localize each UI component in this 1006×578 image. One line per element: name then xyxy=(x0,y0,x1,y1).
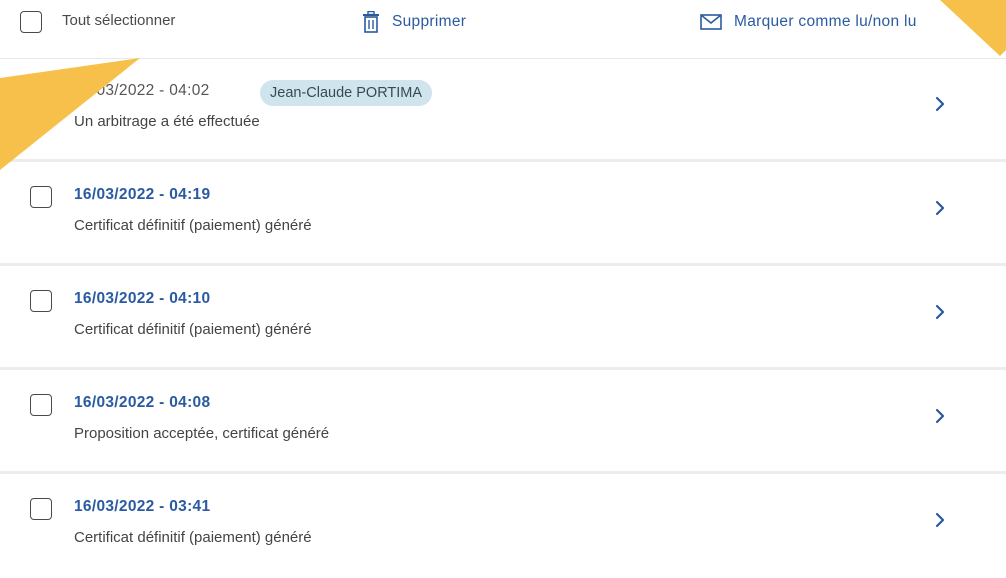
message-row[interactable]: 16/03/2022 - 04:02 Jean-Claude PORTIMA U… xyxy=(0,60,1006,162)
message-checkbox[interactable] xyxy=(30,82,52,104)
chevron-right-icon[interactable] xyxy=(930,198,950,218)
chevron-right-icon[interactable] xyxy=(930,302,950,322)
message-checkbox[interactable] xyxy=(30,186,52,208)
chevron-right-icon[interactable] xyxy=(930,406,950,426)
message-description: Proposition acceptée, certificat généré xyxy=(74,425,330,442)
message-row[interactable]: 16/03/2022 - 04:10 Certificat définitif … xyxy=(0,268,1006,370)
select-all-checkbox[interactable] xyxy=(20,11,42,33)
message-description: Certificat définitif (paiement) généré xyxy=(74,321,312,338)
message-checkbox[interactable] xyxy=(30,498,52,520)
message-checkbox[interactable] xyxy=(30,290,52,312)
trash-icon xyxy=(363,11,379,33)
select-all-label: Tout sélectionner xyxy=(62,12,176,29)
delete-label: Supprimer xyxy=(392,13,467,30)
toolbar: Tout sélectionner Supprimer Marquer comm… xyxy=(0,0,1006,59)
message-description: Un arbitrage a été effectuée xyxy=(74,113,260,130)
message-row[interactable]: 16/03/2022 - 03:41 Certificat définitif … xyxy=(0,476,1006,578)
envelope-icon xyxy=(700,14,722,30)
message-description: Certificat définitif (paiement) généré xyxy=(74,217,312,234)
message-row[interactable]: 16/03/2022 - 04:08 Proposition acceptée,… xyxy=(0,372,1006,474)
message-date: 16/03/2022 - 03:41 xyxy=(74,498,211,515)
message-date: 16/03/2022 - 04:19 xyxy=(74,186,211,203)
sender-badge: Jean-Claude PORTIMA xyxy=(260,80,433,106)
message-date: 16/03/2022 - 04:02 xyxy=(74,82,210,99)
mark-read-unread-label: Marquer comme lu/non lu xyxy=(734,13,917,30)
mark-read-unread-button[interactable]: Marquer comme lu/non lu xyxy=(700,8,917,36)
delete-button[interactable]: Supprimer xyxy=(362,8,466,36)
message-date: 16/03/2022 - 04:08 xyxy=(74,394,211,411)
chevron-right-icon[interactable] xyxy=(930,94,950,114)
message-description: Certificat définitif (paiement) généré xyxy=(74,529,312,546)
chevron-right-icon[interactable] xyxy=(930,510,950,530)
message-row[interactable]: 16/03/2022 - 04:19 Certificat définitif … xyxy=(0,164,1006,266)
message-date: 16/03/2022 - 04:10 xyxy=(74,290,211,307)
message-checkbox[interactable] xyxy=(30,394,52,416)
